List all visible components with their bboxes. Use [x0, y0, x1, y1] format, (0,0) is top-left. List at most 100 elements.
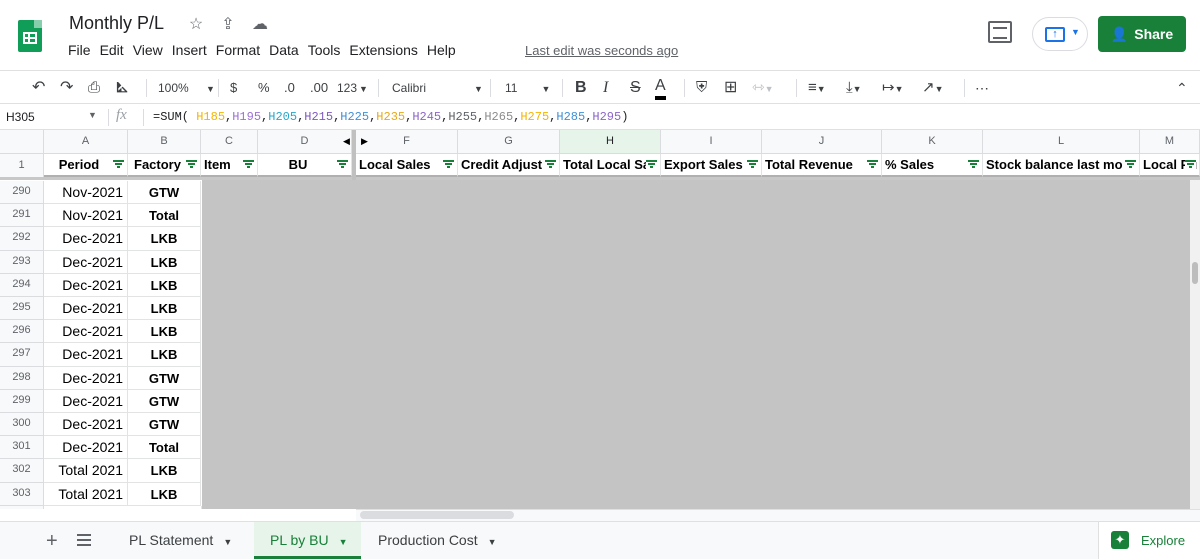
- menu-insert[interactable]: Insert: [172, 42, 207, 58]
- document-title[interactable]: Monthly P/L: [69, 13, 164, 34]
- row-header[interactable]: 299: [0, 389, 44, 413]
- fill-color-icon[interactable]: ⛨: [696, 78, 707, 98]
- font-size-select[interactable]: 11 ▼: [505, 78, 550, 98]
- row-header[interactable]: 290: [0, 181, 44, 205]
- strikethrough-button[interactable]: S: [630, 78, 641, 98]
- name-box[interactable]: H305: [6, 110, 35, 124]
- factory-cell[interactable]: LKB: [128, 343, 201, 367]
- add-sheet-icon[interactable]: +: [46, 530, 58, 553]
- column-header-d[interactable]: D: [258, 130, 352, 154]
- cloud-status-icon[interactable]: ☁: [250, 14, 270, 34]
- factory-cell[interactable]: GTW: [128, 366, 201, 390]
- period-cell[interactable]: Dec-2021: [44, 273, 128, 297]
- filter-icon[interactable]: [867, 159, 878, 170]
- filter-icon[interactable]: [545, 159, 556, 170]
- vertical-scrollbar[interactable]: [1190, 180, 1200, 509]
- hidden-columns-right-arrow-icon[interactable]: ▶: [361, 136, 368, 147]
- spreadsheet-grid[interactable]: A B C D F G H I J K L M ◀ ▶ 1 Period Factory Item BU Local …: [0, 130, 1200, 509]
- percent-format-button[interactable]: %: [258, 78, 270, 98]
- increase-decimal-button[interactable]: .00: [310, 78, 328, 98]
- more-options-icon[interactable]: ⋯: [975, 78, 989, 98]
- decrease-decimal-button[interactable]: .0: [284, 78, 295, 98]
- horizontal-align-icon[interactable]: ≡▼: [808, 78, 826, 98]
- present-button[interactable]: ↑ ▼: [1032, 17, 1088, 51]
- column-header-l[interactable]: L: [983, 130, 1140, 154]
- all-sheets-icon[interactable]: [77, 534, 91, 546]
- menu-help[interactable]: Help: [427, 42, 456, 58]
- horizontal-scroll-thumb[interactable]: [360, 511, 514, 519]
- sheet-tab-pl-by-bu[interactable]: PL by BU ▼: [254, 522, 361, 559]
- comment-history-icon[interactable]: [988, 21, 1012, 43]
- column-header-k[interactable]: K: [882, 130, 983, 154]
- row-header[interactable]: 295: [0, 297, 44, 321]
- filter-icon[interactable]: [337, 159, 348, 170]
- factory-cell[interactable]: GTW: [128, 181, 201, 205]
- column-header-a[interactable]: A: [44, 130, 128, 154]
- factory-cell[interactable]: LKB: [128, 320, 201, 344]
- formula-input[interactable]: =SUM( H185,H195,H205,H215,H225,H235,H245…: [153, 110, 628, 124]
- period-cell[interactable]: Dec-2021: [44, 250, 128, 274]
- sheet-tab-pl-statement[interactable]: PL Statement ▼: [113, 522, 250, 559]
- column-header-c[interactable]: C: [201, 130, 258, 154]
- row-header[interactable]: 302: [0, 459, 44, 483]
- factory-cell[interactable]: LKB: [128, 459, 201, 483]
- column-header-f[interactable]: F: [356, 130, 458, 154]
- period-cell[interactable]: Dec-2021: [44, 389, 128, 413]
- move-to-folder-icon[interactable]: ⇪: [218, 14, 238, 34]
- redo-icon[interactable]: ↷: [60, 78, 73, 98]
- star-icon[interactable]: ☆: [186, 14, 206, 34]
- factory-cell[interactable]: Total: [128, 436, 201, 460]
- row-header[interactable]: 291: [0, 204, 44, 228]
- filter-icon[interactable]: [747, 159, 758, 170]
- more-formats-button[interactable]: 123 ▼: [337, 78, 368, 98]
- column-header-i[interactable]: I: [661, 130, 762, 154]
- period-cell[interactable]: Total 2021: [44, 459, 128, 483]
- factory-cell[interactable]: LKB: [128, 482, 201, 506]
- period-cell[interactable]: Total 2021: [44, 482, 128, 506]
- factory-cell[interactable]: GTW: [128, 389, 201, 413]
- column-header-h[interactable]: H: [560, 130, 661, 154]
- menu-tools[interactable]: Tools: [308, 42, 341, 58]
- menu-format[interactable]: Format: [216, 42, 260, 58]
- vertical-scroll-thumb[interactable]: [1192, 262, 1198, 284]
- row-header[interactable]: 298: [0, 366, 44, 390]
- filter-icon[interactable]: [113, 159, 124, 170]
- menu-file[interactable]: File: [68, 42, 91, 58]
- vertical-align-icon[interactable]: ⤓▼: [846, 78, 862, 98]
- bold-button[interactable]: B: [575, 78, 587, 98]
- row-header[interactable]: 301: [0, 436, 44, 460]
- last-edit-link[interactable]: Last edit was seconds ago: [525, 43, 678, 58]
- row-header-1[interactable]: 1: [0, 154, 44, 178]
- column-header-b[interactable]: B: [128, 130, 201, 154]
- row-header[interactable]: 296: [0, 320, 44, 344]
- column-header-m[interactable]: M: [1140, 130, 1200, 154]
- period-cell[interactable]: Dec-2021: [44, 297, 128, 321]
- factory-cell[interactable]: LKB: [128, 250, 201, 274]
- chevron-down-icon[interactable]: ▼: [88, 110, 97, 120]
- period-cell[interactable]: Dec-2021: [44, 227, 128, 251]
- hidden-columns-left-arrow-icon[interactable]: ◀: [343, 136, 350, 147]
- period-cell[interactable]: Dec-2021: [44, 413, 128, 437]
- text-rotation-icon[interactable]: ↗▼: [922, 78, 944, 98]
- zoom-select[interactable]: 100% ▼: [158, 78, 215, 98]
- sheet-tab-production-cost[interactable]: Production Cost ▼: [362, 522, 520, 559]
- period-cell[interactable]: Dec-2021: [44, 436, 128, 460]
- filter-icon[interactable]: [443, 159, 454, 170]
- row-header[interactable]: 300: [0, 413, 44, 437]
- menu-view[interactable]: View: [133, 42, 163, 58]
- row-header[interactable]: 292: [0, 227, 44, 251]
- filter-icon[interactable]: [1125, 159, 1136, 170]
- explore-button[interactable]: ✦ Explore: [1098, 522, 1200, 559]
- menu-extensions[interactable]: Extensions: [349, 42, 417, 58]
- row-header[interactable]: 294: [0, 273, 44, 297]
- menu-edit[interactable]: Edit: [100, 42, 124, 58]
- factory-cell[interactable]: Total: [128, 204, 201, 228]
- period-cell[interactable]: Nov-2021: [44, 204, 128, 228]
- factory-cell[interactable]: LKB: [128, 227, 201, 251]
- collapse-toolbar-icon[interactable]: ⌃: [1176, 78, 1188, 98]
- font-family-select[interactable]: Calibri ▼: [392, 78, 483, 98]
- factory-cell[interactable]: LKB: [128, 273, 201, 297]
- row-header[interactable]: 293: [0, 250, 44, 274]
- text-color-button[interactable]: A: [655, 78, 666, 100]
- text-wrapping-icon[interactable]: ↦▼: [882, 78, 904, 98]
